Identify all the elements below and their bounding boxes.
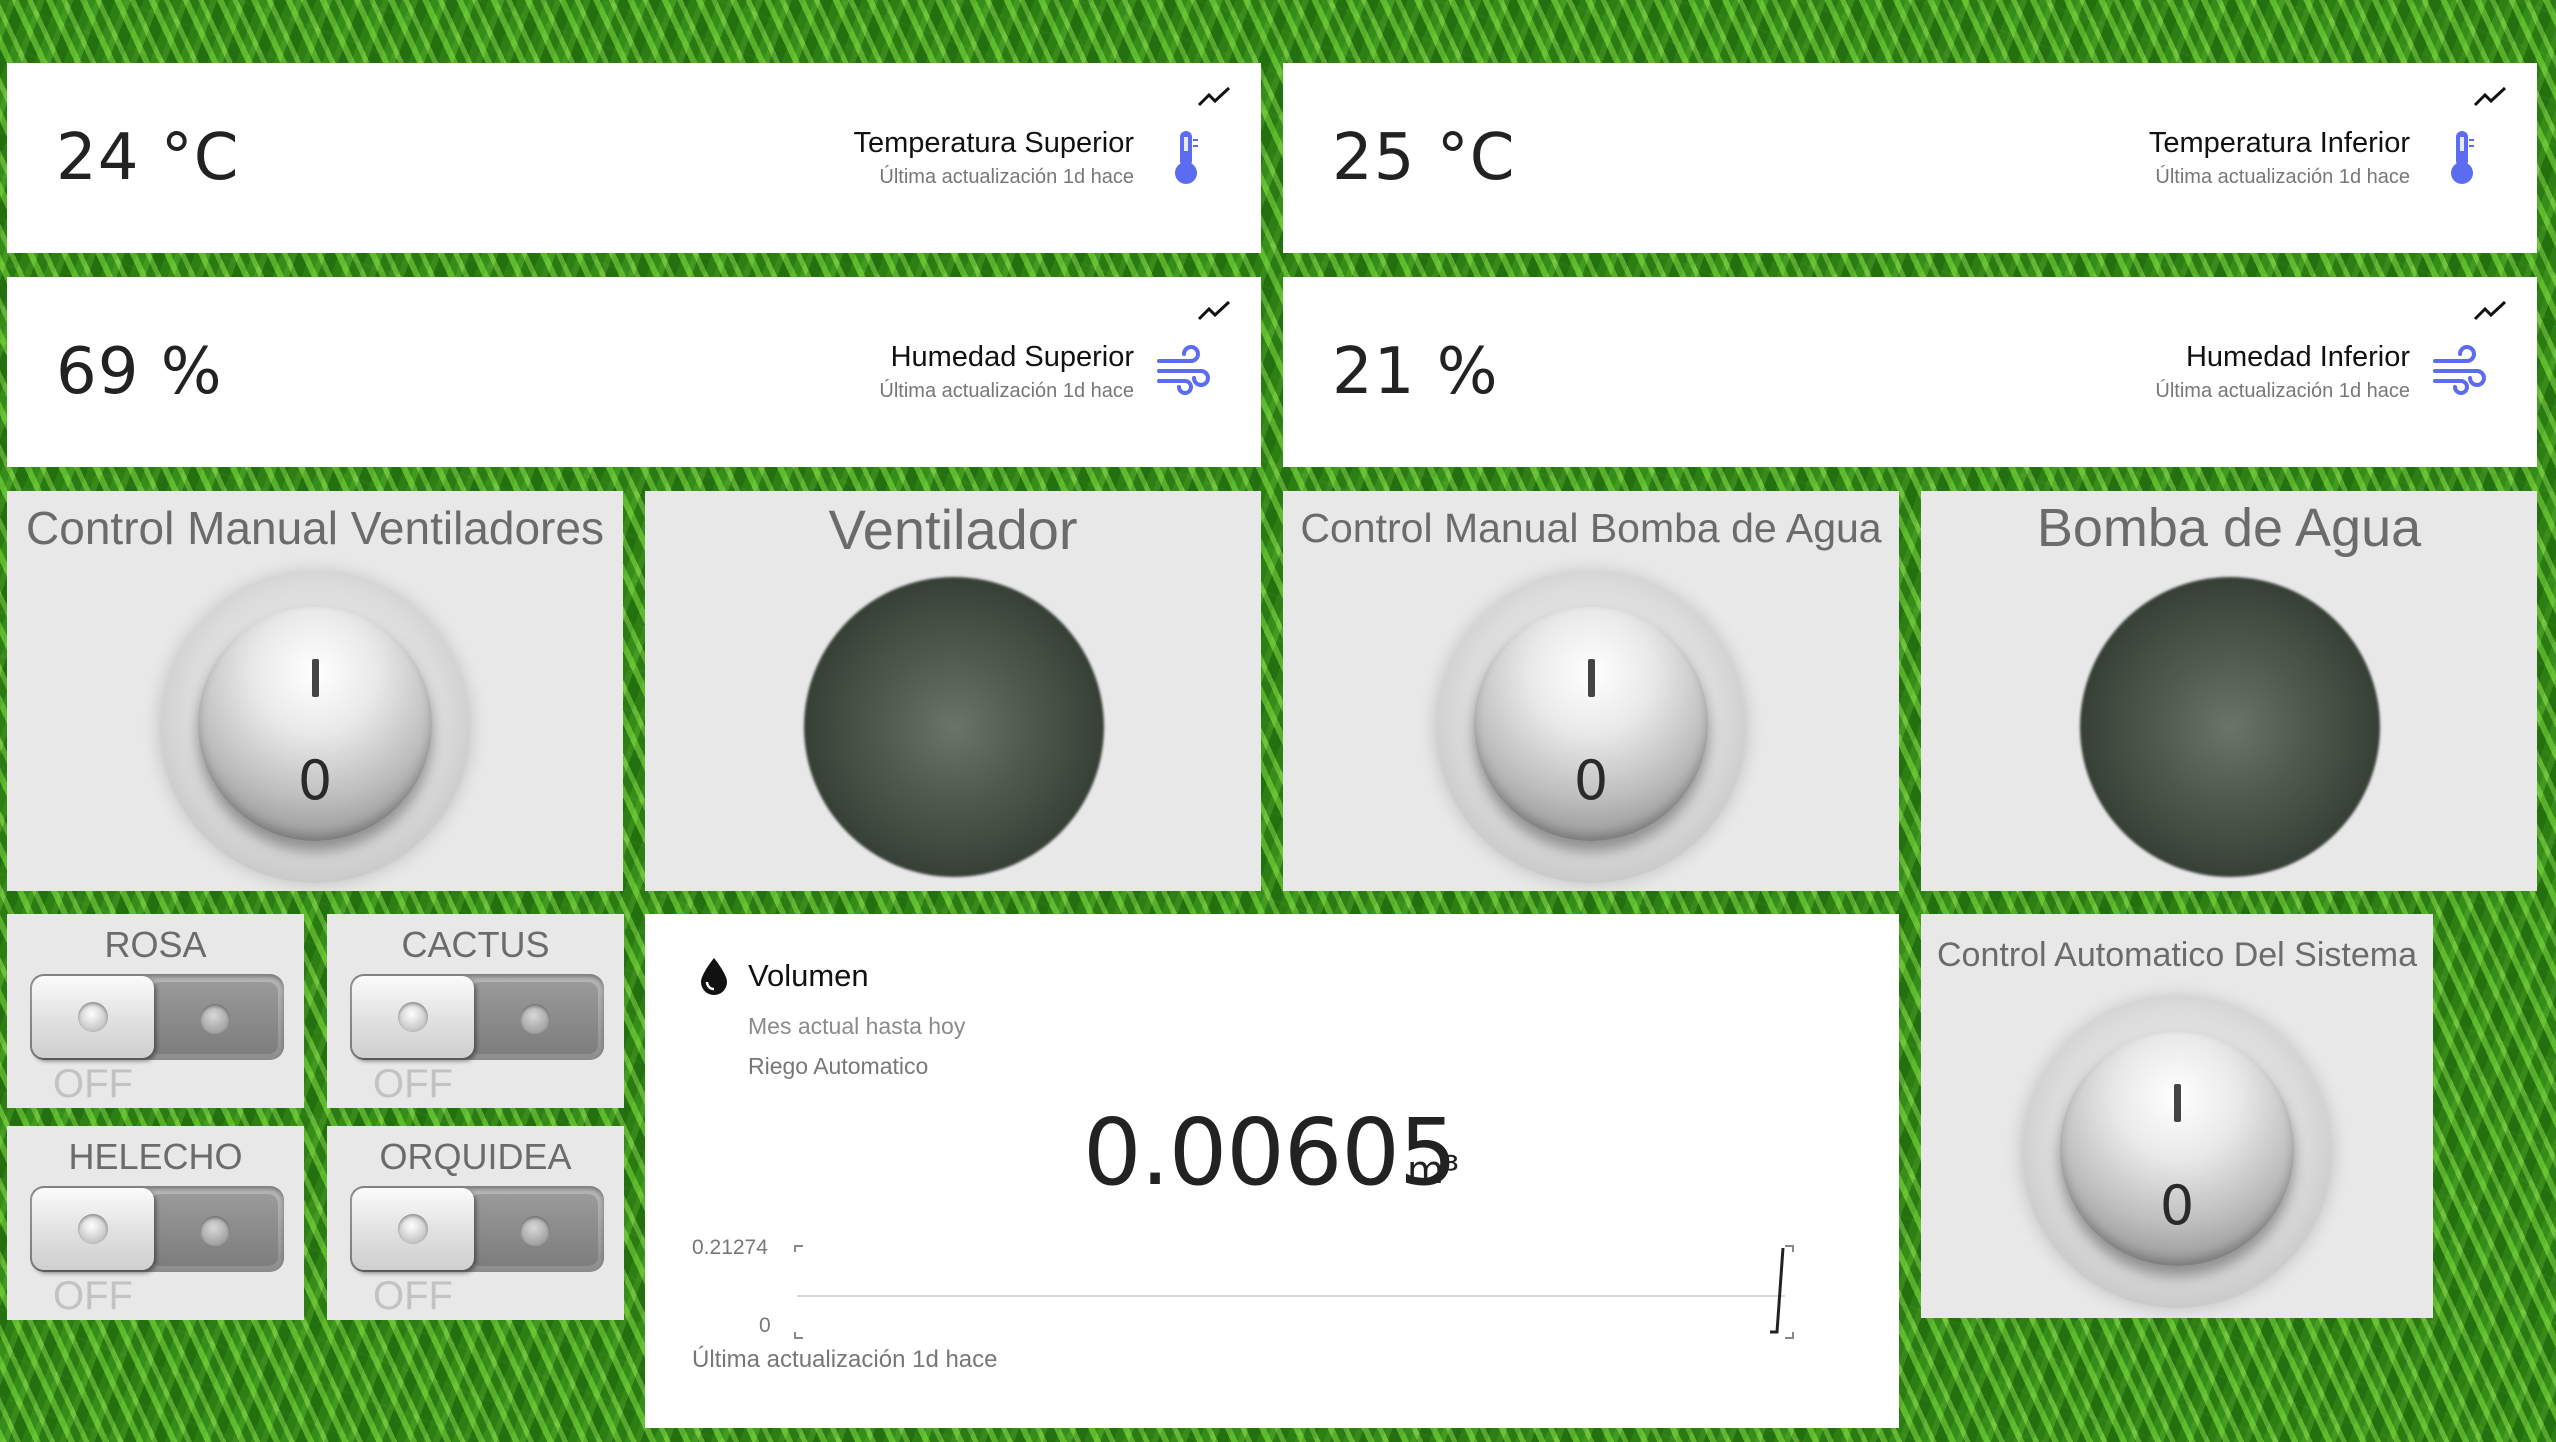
sensor-updated: Última actualización 1d hace (879, 166, 1134, 188)
volumen-source: Riego Automatico (748, 1053, 929, 1079)
plant-switch-cactus: CACTUS OFF (327, 914, 624, 1108)
axis-min-label: 0 (759, 1314, 771, 1337)
knob-cap[interactable]: 0 (2060, 1032, 2294, 1266)
switch-rail (470, 1194, 598, 1266)
chart-corner-bl (794, 1332, 803, 1339)
switch-rail (150, 982, 278, 1054)
sensor-card-humedad-superior: 69 % Humedad Superior Última actualizaci… (7, 277, 1261, 467)
knob-off-mark: 0 (1573, 749, 1609, 812)
switch-state: OFF (373, 1274, 453, 1318)
chart-corner-tl (794, 1245, 803, 1252)
pump-status-lamp (2080, 577, 2380, 877)
pump-manual-control-panel: Control Manual Bomba de Agua 0 (1283, 491, 1899, 891)
knob-on-mark (1588, 659, 1595, 697)
wind-icon (1157, 345, 1210, 395)
volumen-title: Volumen (748, 958, 869, 993)
switch-handle[interactable] (32, 1188, 154, 1270)
sensor-value: 21 % (1332, 335, 1499, 409)
pump-indicator-panel: Bomba de Agua (1921, 491, 2537, 891)
switch-indicator-dot (520, 1004, 550, 1034)
trending-up-icon[interactable] (1197, 299, 1231, 323)
fan-manual-knob[interactable]: 0 (160, 573, 470, 883)
switch-state: OFF (53, 1274, 133, 1318)
sensor-card-temperatura-superior: 24 °C Temperatura Superior Última actual… (7, 63, 1261, 253)
switch-handle[interactable] (32, 976, 154, 1058)
switch-rail (470, 982, 598, 1054)
trending-up-icon[interactable] (2473, 85, 2507, 109)
plant-switch-orquidea: ORQUIDEA OFF (327, 1126, 624, 1320)
switch-indicator-dot (200, 1216, 230, 1246)
switch-handle[interactable] (352, 1188, 474, 1270)
volumen-sparkline (794, 1245, 1794, 1339)
panel-title: Control Automatico Del Sistema (1937, 936, 2417, 974)
panel-title: Bomba de Agua (2036, 498, 2422, 558)
thermometer-icon (2451, 131, 2474, 184)
volumen-unit: m³ (1407, 1148, 1460, 1192)
toggle-switch[interactable] (350, 974, 604, 1060)
switch-state: OFF (53, 1062, 133, 1106)
panel-title: Control Manual Bomba de Agua (1300, 505, 1882, 551)
switch-handle-dot (398, 1002, 428, 1032)
volumen-updated: Última actualización 1d hace (692, 1346, 998, 1373)
knob-cap[interactable]: 0 (198, 607, 432, 841)
sensor-title: Temperatura Inferior (2148, 127, 2410, 159)
switch-handle[interactable] (352, 976, 474, 1058)
sensor-card-temperatura-inferior: 25 °C Temperatura Inferior Última actual… (1283, 63, 2537, 253)
switch-state: OFF (373, 1062, 453, 1106)
plant-switch-rosa: ROSA OFF (7, 914, 304, 1108)
sensor-title: Temperatura Superior (853, 127, 1134, 159)
sensor-updated: Última actualización 1d hace (2155, 380, 2410, 402)
knob-off-mark: 0 (2159, 1174, 2195, 1237)
switch-label: ROSA (104, 924, 207, 965)
fan-manual-control-panel: Control Manual Ventiladores 0 (7, 491, 623, 891)
switch-label: HELECHO (68, 1136, 243, 1177)
switch-handle-dot (398, 1214, 428, 1244)
sensor-value: 69 % (56, 335, 223, 409)
sensor-value: 24 °C (56, 121, 240, 195)
switch-handle-dot (78, 1002, 108, 1032)
axis-max-label: 0.21274 (692, 1236, 768, 1259)
sensor-title: Humedad Inferior (2185, 341, 2410, 373)
toggle-switch[interactable] (350, 1186, 604, 1272)
sensor-card-humedad-inferior: 21 % Humedad Inferior Última actualizaci… (1283, 277, 2537, 467)
auto-system-knob[interactable]: 0 (2022, 998, 2332, 1308)
wind-icon (2433, 345, 2486, 395)
volumen-value: 0.00605 (1083, 1099, 1457, 1206)
switch-rail (150, 1194, 278, 1266)
sensor-updated: Última actualización 1d hace (879, 380, 1134, 402)
knob-on-mark (312, 659, 319, 697)
sensor-value: 25 °C (1332, 121, 1516, 195)
toggle-switch[interactable] (30, 974, 284, 1060)
switch-indicator-dot (200, 1004, 230, 1034)
fan-indicator-panel: Ventilador (645, 491, 1261, 891)
knob-on-mark (2174, 1084, 2181, 1122)
fan-status-lamp (804, 577, 1104, 877)
toggle-switch[interactable] (30, 1186, 284, 1272)
chart-corner-br (1785, 1332, 1794, 1339)
sensor-title: Humedad Superior (890, 341, 1134, 373)
water-drop-icon (701, 958, 727, 995)
knob-cap[interactable]: 0 (1474, 607, 1708, 841)
knob-off-mark: 0 (297, 749, 333, 812)
volumen-period: Mes actual hasta hoy (748, 1013, 966, 1039)
switch-label: ORQUIDEA (379, 1136, 572, 1177)
switch-handle-dot (78, 1214, 108, 1244)
volumen-series-line (1770, 1247, 1785, 1334)
sensor-updated: Última actualización 1d hace (2155, 166, 2410, 188)
panel-title: Ventilador (828, 498, 1078, 561)
switch-indicator-dot (520, 1216, 550, 1246)
volumen-card: Volumen Mes actual hasta hoy Riego Autom… (645, 914, 1899, 1428)
chart-corner-tr (1785, 1245, 1794, 1252)
pump-manual-knob[interactable]: 0 (1436, 573, 1746, 883)
switch-label: CACTUS (401, 924, 550, 965)
panel-title: Control Manual Ventiladores (26, 502, 604, 554)
plant-switch-helecho: HELECHO OFF (7, 1126, 304, 1320)
trending-up-icon[interactable] (2473, 299, 2507, 323)
auto-system-control-panel: Control Automatico Del Sistema 0 (1921, 914, 2433, 1318)
thermometer-icon (1175, 131, 1198, 184)
trending-up-icon[interactable] (1197, 85, 1231, 109)
